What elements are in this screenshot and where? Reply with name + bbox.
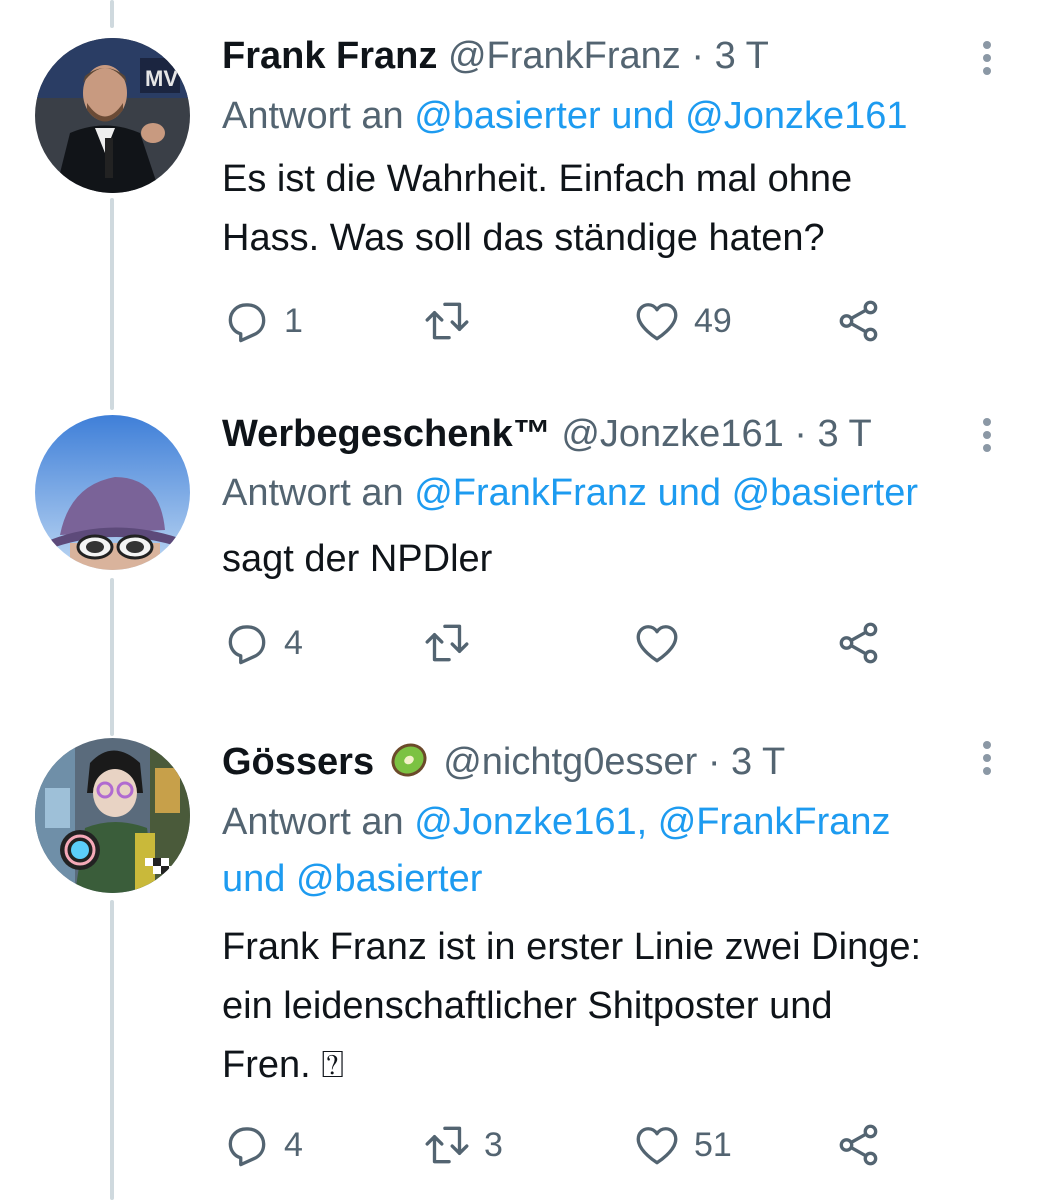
heart-icon — [636, 303, 678, 341]
more-vertical-icon[interactable] — [972, 38, 1002, 78]
retweet-button[interactable]: 3 — [422, 1120, 503, 1170]
tweet-text-line: Frank Franz ist in erster Linie zwei Din… — [222, 926, 922, 968]
display-name[interactable]: Gössers — [222, 741, 374, 783]
share-button[interactable] — [834, 618, 884, 668]
reply-button[interactable]: 4 — [222, 618, 303, 668]
thread-line — [110, 0, 114, 28]
reply-button[interactable]: 4 — [222, 1120, 303, 1170]
reply-to-mentions[interactable]: @basierter und @Jonzke161 — [414, 95, 907, 137]
share-button[interactable] — [834, 296, 884, 346]
retweet-icon — [425, 1126, 469, 1164]
tweet-text: sagt der NPDler — [222, 530, 492, 589]
tweet-actions: 1 49 — [222, 296, 942, 346]
heart-icon — [636, 625, 678, 663]
timestamp[interactable]: · 3 T — [794, 413, 871, 455]
user-handle[interactable]: @FrankFranz — [448, 35, 681, 77]
reply-to-line: Antwort an @basierter und @Jonzke161 — [222, 88, 908, 145]
tweet-header: Werbegeschenk™ @Jonzke161 · 3 T — [222, 412, 872, 456]
reply-bubble-icon — [228, 303, 266, 343]
reply-to-mentions[interactable]: @Jonzke161, @FrankFranz — [414, 801, 890, 843]
retweet-button[interactable] — [422, 296, 484, 346]
share-icon — [839, 622, 878, 664]
tweet-actions: 4 3 51 — [222, 1120, 942, 1170]
reply-count: 4 — [284, 1125, 303, 1164]
reply-to-mentions[interactable]: und @basierter — [222, 851, 891, 908]
kiwi-emoji — [391, 743, 427, 777]
more-vertical-icon[interactable] — [972, 415, 1002, 455]
reply-button[interactable]: 1 — [222, 296, 303, 346]
tweet-text: Es ist die Wahrheit. Einfach mal ohne Ha… — [222, 150, 852, 268]
like-count: 51 — [694, 1125, 732, 1164]
like-button[interactable]: 49 — [632, 296, 732, 346]
user-handle[interactable]: @nichtg0esser — [443, 741, 697, 783]
tweet-header: Gössers @nichtg0esser · 3 T — [222, 740, 785, 784]
reply-to-mentions[interactable]: @FrankFranz und @basierter — [414, 472, 918, 514]
reply-count: 1 — [284, 301, 303, 340]
avatar[interactable]: MV 1 — [35, 38, 190, 193]
like-button[interactable]: 51 — [632, 1120, 732, 1170]
display-name[interactable]: Werbegeschenk™ — [222, 413, 551, 455]
display-name[interactable]: Frank Franz — [222, 35, 437, 77]
retweet-button[interactable] — [422, 618, 484, 668]
reply-count: 4 — [284, 623, 303, 662]
tweet-header: Frank Franz @FrankFranz · 3 T — [222, 34, 769, 78]
tweet-text-line: Fren. ⍰ — [222, 1044, 345, 1086]
tweet-text-line: Hass. Was soll das ständige haten? — [222, 217, 825, 259]
timestamp[interactable]: · 3 T — [708, 741, 785, 783]
tweet-text: Frank Franz ist in erster Linie zwei Din… — [222, 918, 921, 1095]
tweet-text-line: ein leidenschaftlicher Shitposter und — [222, 985, 833, 1027]
retweet-icon — [425, 302, 469, 340]
like-count: 49 — [694, 301, 732, 340]
more-vertical-icon[interactable] — [972, 738, 1002, 778]
tweet[interactable]: Gössers @nichtg0esser · 3 T Antwort an @… — [0, 736, 1044, 1200]
retweet-count: 3 — [484, 1125, 503, 1164]
tweet-text-line: Es ist die Wahrheit. Einfach mal ohne — [222, 158, 853, 200]
reply-to-line: Antwort an @FrankFranz und @basierter — [222, 465, 918, 522]
tweet-text-line: sagt der NPDler — [222, 538, 493, 580]
reply-to-prefix: Antwort an — [222, 801, 404, 843]
svg-text:MV 1: MV 1 — [145, 66, 190, 91]
tweet[interactable]: Werbegeschenk™ @Jonzke161 · 3 T Antwort … — [0, 410, 1044, 710]
avatar[interactable] — [35, 415, 190, 570]
avatar[interactable] — [35, 738, 190, 893]
reply-bubble-icon — [228, 625, 266, 665]
reply-to-prefix: Antwort an — [222, 95, 404, 137]
retweet-icon — [425, 624, 469, 662]
share-icon — [839, 300, 878, 342]
reply-to-line: Antwort an @Jonzke161, @FrankFranz und @… — [222, 794, 891, 908]
timestamp[interactable]: · 3 T — [691, 35, 768, 77]
share-icon — [839, 1124, 878, 1166]
tweet-actions: 4 — [222, 618, 942, 668]
reply-to-prefix: Antwort an — [222, 472, 404, 514]
user-handle[interactable]: @Jonzke161 — [561, 413, 783, 455]
reply-bubble-icon — [228, 1127, 266, 1167]
tweet[interactable]: MV 1 Frank Franz @FrankFranz · 3 T Antwo… — [0, 28, 1044, 368]
like-button[interactable] — [632, 618, 694, 668]
share-button[interactable] — [834, 1120, 884, 1170]
heart-icon — [636, 1127, 678, 1165]
